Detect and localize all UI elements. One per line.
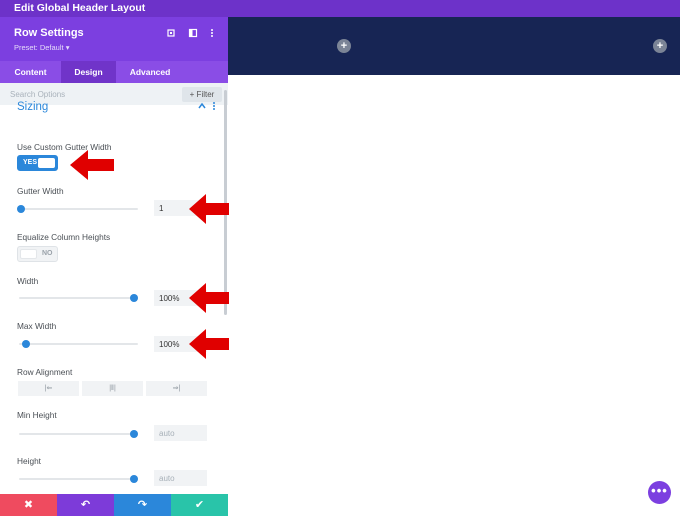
annotation-arrow-icon <box>189 329 229 359</box>
slider-thumb[interactable] <box>130 294 139 302</box>
align-center-button[interactable]: |‖| <box>82 381 143 396</box>
cancel-button[interactable]: ✖ <box>0 494 57 516</box>
add-module-button[interactable]: + <box>337 39 351 53</box>
align-left-button[interactable]: |⇐ <box>18 381 79 396</box>
equalize-heights-toggle[interactable]: NO <box>17 246 58 262</box>
panel-header: Row Settings Preset: Default ▾ <box>0 17 228 61</box>
label-min-height: Min Height <box>17 410 57 420</box>
bottom-action-bar: ✖ ↶ ↷ ✔ <box>0 494 228 516</box>
filter-button[interactable]: + Filter <box>182 87 222 102</box>
align-right-button[interactable]: ⇒| <box>146 381 207 396</box>
annotation-arrow-icon <box>189 194 229 224</box>
slider-thumb[interactable] <box>130 475 139 483</box>
more-vertical-icon[interactable] <box>207 28 217 38</box>
label-height: Height <box>17 456 41 466</box>
slider-track <box>19 433 138 435</box>
max-width-slider[interactable] <box>19 338 138 350</box>
min-height-slider[interactable] <box>19 428 139 440</box>
save-button[interactable]: ✔ <box>171 494 228 516</box>
label-row-alignment: Row Alignment <box>17 367 73 377</box>
header-row-section[interactable]: + + <box>228 17 680 75</box>
gutter-width-slider[interactable] <box>17 203 138 215</box>
slider-track <box>19 297 138 299</box>
add-row-button[interactable]: + <box>653 39 667 53</box>
window-title: Edit Global Header Layout <box>14 2 146 14</box>
panel-tabs: Content Design Advanced <box>0 61 228 83</box>
toggle-text: YES <box>23 159 38 166</box>
slider-thumb[interactable] <box>130 430 139 438</box>
label-width: Width <box>17 276 39 286</box>
annotation-arrow-icon <box>189 283 229 313</box>
search-options-input[interactable] <box>10 87 175 101</box>
annotation-arrow-icon <box>70 150 114 180</box>
slider-thumb[interactable] <box>17 205 26 213</box>
toggle-knob <box>38 158 55 168</box>
height-slider[interactable] <box>19 473 139 485</box>
columns-icon[interactable] <box>188 28 198 38</box>
min-height-input[interactable] <box>154 425 207 441</box>
section-title-sizing[interactable]: Sizing <box>17 101 48 113</box>
redo-button[interactable]: ↷ <box>114 494 171 516</box>
tab-design[interactable]: Design <box>61 61 116 83</box>
panel-title: Row Settings <box>14 27 84 39</box>
top-bar: Edit Global Header Layout <box>0 0 680 17</box>
label-equalize-heights: Equalize Column Heights <box>17 232 111 242</box>
preset-selector[interactable]: Preset: Default ▾ <box>14 43 69 52</box>
section-more-icon[interactable] <box>212 101 216 114</box>
toggle-knob <box>20 249 37 259</box>
layout-canvas: + + <box>228 17 680 516</box>
chevron-up-icon[interactable] <box>198 102 206 112</box>
page-settings-fab[interactable]: ••• <box>648 481 671 504</box>
row-settings-panel: Row Settings Preset: Default ▾ Content D… <box>0 17 228 516</box>
slider-track <box>19 478 138 480</box>
label-gutter-width: Gutter Width <box>17 186 64 196</box>
slider-track <box>19 343 138 345</box>
undo-button[interactable]: ↶ <box>57 494 114 516</box>
slider-track <box>19 208 138 210</box>
tab-content[interactable]: Content <box>0 61 61 83</box>
tab-advanced[interactable]: Advanced <box>116 61 184 83</box>
height-input[interactable] <box>154 470 207 486</box>
custom-gutter-toggle[interactable]: YES <box>17 155 58 171</box>
expand-icon[interactable] <box>166 28 176 38</box>
slider-thumb[interactable] <box>22 340 31 348</box>
toggle-text: NO <box>42 250 53 257</box>
width-slider[interactable] <box>19 292 139 304</box>
label-max-width: Max Width <box>17 321 57 331</box>
